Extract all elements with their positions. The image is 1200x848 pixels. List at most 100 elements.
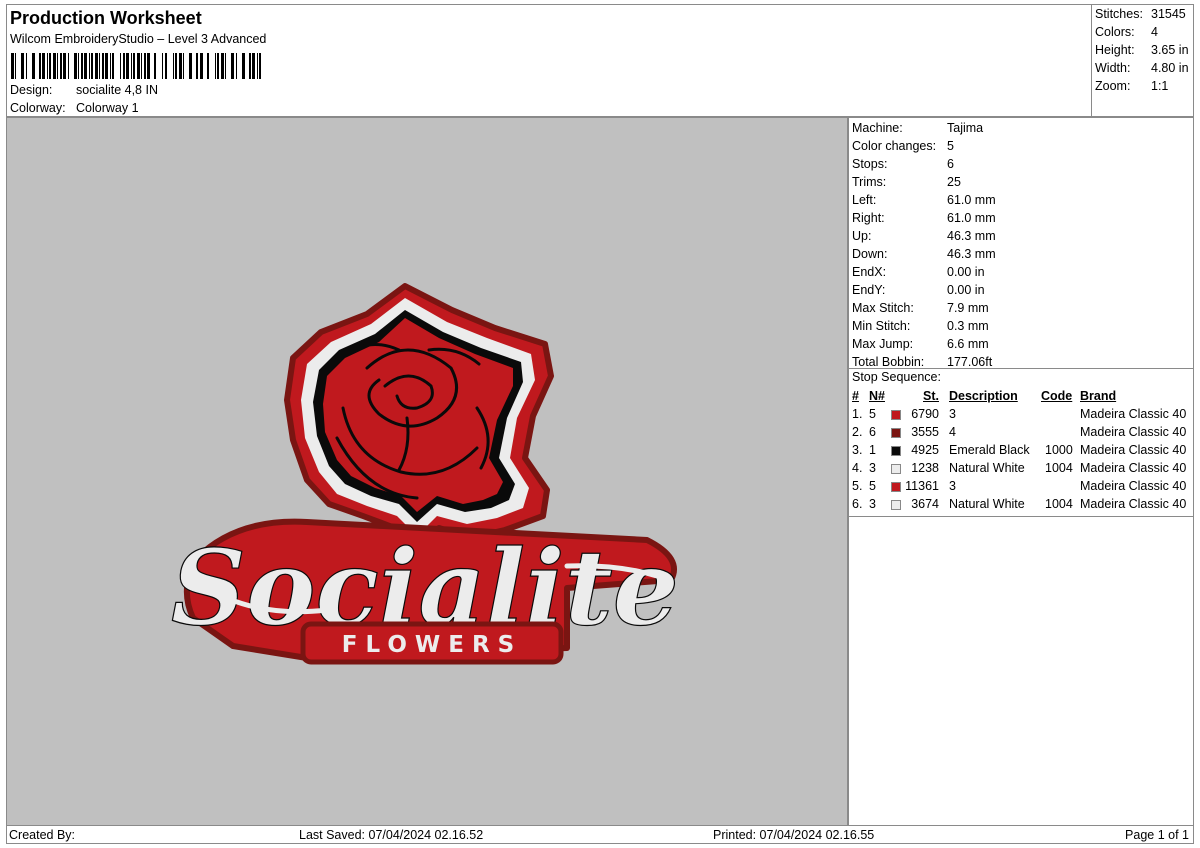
info-row: Machine: Tajima bbox=[852, 119, 983, 137]
stat-value: 3.65 in bbox=[1151, 43, 1189, 57]
info-label: Min Stitch: bbox=[852, 319, 911, 333]
barcode-bar bbox=[215, 53, 216, 79]
rose-patch bbox=[284, 283, 554, 553]
stop-needle: 5 bbox=[869, 479, 876, 493]
colorway-value: Colorway 1 bbox=[76, 101, 139, 115]
barcode-bar bbox=[154, 53, 156, 79]
worksheet-header: Production Worksheet Wilcom EmbroiderySt… bbox=[6, 4, 1094, 117]
stop-description: Emerald Black bbox=[949, 443, 1030, 457]
thread-color-swatch bbox=[891, 428, 901, 438]
info-label: EndY: bbox=[852, 283, 886, 297]
stop-description: Natural White bbox=[949, 461, 1025, 475]
divider bbox=[849, 368, 1193, 369]
stat-value: 31545 bbox=[1151, 7, 1186, 21]
barcode-bar bbox=[173, 53, 174, 79]
barcode-bar bbox=[257, 53, 258, 79]
barcode-bar bbox=[57, 53, 58, 79]
stop-code: 1000 bbox=[1045, 443, 1073, 457]
stop-stitches: 4925 bbox=[911, 443, 939, 457]
info-value: 177.06ft bbox=[947, 355, 993, 369]
barcode-bar bbox=[120, 53, 121, 79]
info-value: 6.6 mm bbox=[947, 337, 989, 351]
barcode-bar bbox=[95, 53, 98, 79]
info-label: Right: bbox=[852, 211, 885, 225]
thread-color-swatch bbox=[891, 446, 901, 456]
stop-description: Natural White bbox=[949, 497, 1025, 511]
info-value: 0.00 in bbox=[947, 265, 985, 279]
stop-num: 5. bbox=[852, 479, 863, 493]
stop-num: 2. bbox=[852, 425, 863, 439]
stop-sequence-title: Stop Sequence: bbox=[852, 370, 941, 384]
barcode-bar bbox=[32, 53, 35, 79]
barcode-bar bbox=[242, 53, 245, 79]
col-header-n: N# bbox=[869, 389, 885, 403]
flowers-text: FLOWERS bbox=[342, 632, 522, 658]
thread-color-swatch bbox=[891, 500, 901, 510]
stop-brand: Madeira Classic 40 bbox=[1080, 461, 1187, 475]
stat-colors: Colors: 4 bbox=[1095, 25, 1158, 39]
info-label: Color changes: bbox=[852, 139, 937, 153]
col-header-num: # bbox=[852, 389, 859, 403]
info-value: 6 bbox=[947, 157, 954, 171]
stop-needle: 3 bbox=[869, 497, 876, 511]
barcode-bar bbox=[162, 53, 163, 79]
info-value: 61.0 mm bbox=[947, 193, 996, 207]
stop-needle: 1 bbox=[869, 443, 876, 457]
info-value: 0.3 mm bbox=[947, 319, 989, 333]
stop-stitches: 1238 bbox=[911, 461, 939, 475]
stat-height: Height: 3.65 in bbox=[1095, 43, 1189, 57]
info-value: 5 bbox=[947, 139, 954, 153]
software-name: Wilcom EmbroideryStudio – Level 3 Advanc… bbox=[10, 32, 267, 46]
barcode-bar bbox=[112, 53, 114, 79]
stop-code: 1004 bbox=[1045, 461, 1073, 475]
info-label: Down: bbox=[852, 247, 888, 261]
barcode-bar bbox=[207, 53, 209, 79]
info-row: Color changes: 5 bbox=[852, 137, 954, 155]
stat-value: 4.80 in bbox=[1151, 61, 1189, 75]
barcode-bar bbox=[110, 53, 111, 79]
stop-description: 3 bbox=[949, 407, 956, 421]
barcode-bar bbox=[131, 53, 132, 79]
barcode-bar bbox=[26, 53, 27, 79]
info-label: Stops: bbox=[852, 157, 888, 171]
stat-zoom: Zoom: 1:1 bbox=[1095, 79, 1168, 93]
info-row: Right: 61.0 mm bbox=[852, 209, 996, 227]
colorway-row: Colorway: Colorway 1 bbox=[10, 101, 139, 115]
barcode-bar bbox=[39, 53, 41, 79]
thread-color-swatch bbox=[891, 410, 901, 420]
barcode-bar bbox=[63, 53, 66, 79]
barcode-bar bbox=[21, 53, 24, 79]
design-row: Design: socialite 4,8 IN bbox=[10, 83, 158, 97]
stop-needle: 5 bbox=[869, 407, 876, 421]
barcode-bar bbox=[231, 53, 234, 79]
info-row: Up: 46.3 mm bbox=[852, 227, 996, 245]
worksheet-title: Production Worksheet bbox=[10, 8, 202, 28]
design-value: socialite 4,8 IN bbox=[76, 83, 158, 97]
stop-stitches: 11361 bbox=[905, 479, 939, 493]
info-row: Max Stitch: 7.9 mm bbox=[852, 299, 989, 317]
barcode-bar bbox=[137, 53, 140, 79]
stats-box: Stitches: 31545 Colors: 4 Height: 3.65 in W… bbox=[1091, 4, 1194, 117]
info-row: Left: 61.0 mm bbox=[852, 191, 996, 209]
stat-label: Colors: bbox=[1095, 25, 1135, 39]
barcode-image bbox=[11, 53, 261, 79]
col-header-description: Description bbox=[949, 389, 1018, 403]
barcode-bar bbox=[175, 53, 177, 79]
stop-brand: Madeira Classic 40 bbox=[1080, 497, 1187, 511]
last-saved: Last Saved: 07/04/2024 02.16.52 bbox=[299, 828, 484, 842]
stop-stitches: 3555 bbox=[911, 425, 939, 439]
info-value: 25 bbox=[947, 175, 961, 189]
barcode-bar bbox=[11, 53, 14, 79]
barcode-bar bbox=[60, 53, 62, 79]
info-value: 0.00 in bbox=[947, 283, 985, 297]
info-label: Machine: bbox=[852, 121, 903, 135]
barcode-bar bbox=[179, 53, 182, 79]
thread-color-swatch bbox=[891, 482, 901, 492]
barcode-bar bbox=[102, 53, 104, 79]
stop-num: 6. bbox=[852, 497, 863, 511]
barcode-bar bbox=[68, 53, 69, 79]
divider bbox=[849, 516, 1193, 517]
stat-label: Height: bbox=[1095, 43, 1135, 57]
design-preview: Socialite FLOWERS bbox=[6, 117, 848, 826]
stop-description: 3 bbox=[949, 479, 956, 493]
